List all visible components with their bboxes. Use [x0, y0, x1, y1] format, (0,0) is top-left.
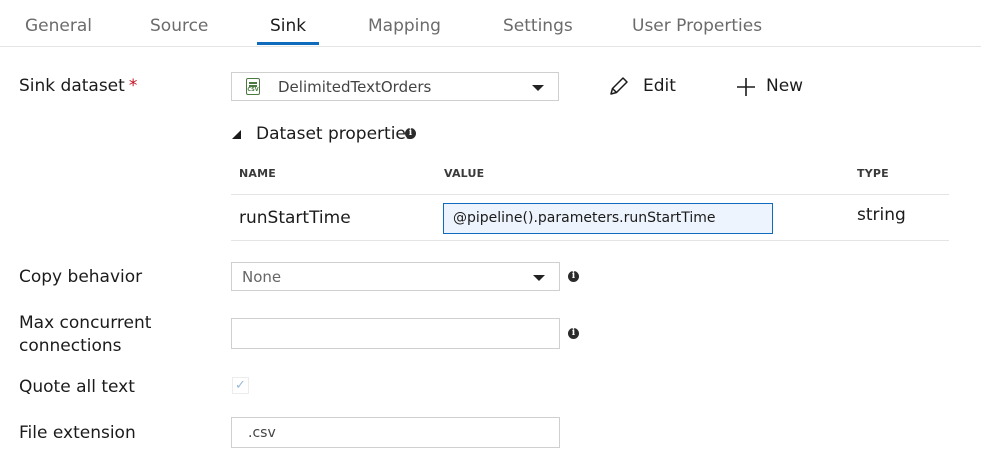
tab-mapping[interactable]: Mapping [368, 16, 441, 44]
tab-general[interactable]: General [25, 16, 92, 44]
tab-settings[interactable]: Settings [503, 16, 573, 44]
dataset-properties-header[interactable]: Dataset properties [256, 124, 415, 144]
sink-dataset-label-text: Sink dataset [19, 76, 125, 96]
info-icon[interactable]: i [568, 328, 579, 339]
property-name: runStartTime [239, 208, 351, 228]
info-icon[interactable]: i [405, 128, 416, 139]
property-value-input[interactable]: @pipeline().parameters.runStartTime [443, 203, 773, 234]
edit-label: Edit [643, 76, 676, 96]
chevron-down-icon [533, 275, 545, 281]
property-type: string [857, 205, 906, 225]
collapse-triangle-icon[interactable] [232, 130, 241, 139]
table-divider [231, 194, 949, 195]
column-header-value: VALUE [444, 167, 485, 180]
table-divider [231, 240, 949, 241]
column-header-type: TYPE [857, 167, 889, 180]
tab-sink[interactable]: Sink [256, 16, 320, 45]
tab-bar: General Source Sink Mapping Settings Use… [0, 0, 981, 47]
csv-file-icon: CSV [246, 78, 260, 95]
copy-behavior-dropdown[interactable]: None [231, 262, 560, 291]
max-connections-input[interactable] [231, 318, 560, 349]
max-connections-label-line1: Max concurrent [19, 313, 152, 333]
quote-all-text-checkbox[interactable]: ✓ [232, 377, 249, 394]
column-header-name: NAME [239, 167, 276, 180]
copy-behavior-label: Copy behavior [19, 267, 143, 287]
required-marker: * [128, 76, 138, 96]
max-connections-label-line2: connections [19, 336, 122, 356]
sink-dataset-dropdown[interactable]: CSV DelimitedTextOrders [231, 72, 559, 101]
new-label: New [766, 76, 804, 96]
info-icon[interactable]: i [568, 271, 579, 282]
sink-dataset-value: DelimitedTextOrders [278, 78, 432, 96]
quote-all-text-label: Quote all text [19, 377, 135, 397]
tab-source[interactable]: Source [150, 16, 208, 44]
max-connections-label: Max concurrent connections [19, 312, 151, 358]
tab-user-properties[interactable]: User Properties [632, 16, 762, 44]
plus-icon [737, 78, 755, 96]
copy-behavior-value: None [242, 268, 282, 286]
pencil-icon [610, 77, 628, 95]
checkmark-icon: ✓ [235, 378, 246, 393]
file-extension-label: File extension [19, 423, 136, 443]
chevron-down-icon [532, 85, 544, 91]
sink-dataset-label: Sink dataset * [19, 75, 137, 98]
file-extension-input[interactable]: .csv [231, 417, 560, 448]
